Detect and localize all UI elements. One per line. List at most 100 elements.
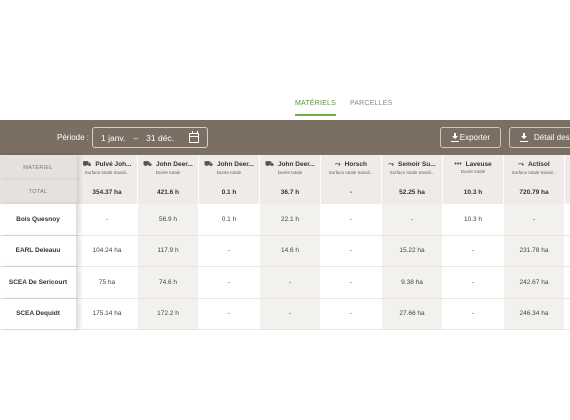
machine-metric-link[interactable]: Durée totale [461, 169, 486, 174]
cell-value: - [349, 215, 353, 223]
machine-name-text: John Deer... [155, 161, 193, 168]
value-cell: 14.6 h [260, 235, 321, 266]
value-cell: 22.1 h [260, 204, 321, 235]
dots-icon: ••• [454, 161, 462, 168]
organization-cell[interactable]: Bois Quesnoy [0, 204, 77, 235]
machine-header-cell[interactable]: ⛟ John Deer... Durée totale [260, 155, 321, 180]
cell-value: - [410, 215, 414, 223]
value-cell: - [260, 298, 321, 329]
value-cell: - [443, 267, 504, 298]
period-picker[interactable]: 1 janv. – 31 déc. [92, 127, 208, 148]
cell-value: 231.78 ha [519, 247, 549, 255]
organization-cell[interactable]: SCEA Dequidt [0, 298, 77, 329]
machine-name: ⤳ Horsch [335, 161, 367, 169]
value-cell: - [443, 298, 504, 329]
machine-header-cell[interactable]: ⛟ Pulvé Joh... Surface totale travail... [77, 155, 138, 180]
cell-value: - [471, 247, 475, 255]
machine-header-cell[interactable]: ⤳ Actisol Surface totale travail... [504, 155, 565, 180]
table-row: EARL Deleauu 104.24 ha 117.9 h - 14.6 h - 15.2… [0, 235, 570, 267]
cell-value: 74.6 h [158, 278, 178, 286]
value-cell: - [321, 204, 382, 235]
header-label: MATÉRIEL [23, 164, 53, 171]
organization-name: SCEA De Sericourt [8, 278, 68, 286]
machine-header-cell[interactable]: ⛟ John Deer... Durée totale [138, 155, 199, 180]
machine-name-text: Actisol [527, 161, 550, 168]
total-value: 10.3 h [463, 188, 483, 196]
machine-metric-link[interactable]: Surface totale travail... [329, 170, 374, 175]
table-row: SCEA De Sericourt 75 ha 74.6 h - - - 9.38 ha - 2… [0, 267, 570, 299]
value-cell: 242.67 ha [504, 267, 565, 298]
export-button[interactable]: Exporter [440, 127, 501, 148]
value-cell: 0.1 h [199, 204, 260, 235]
total-value: 421.6 h [156, 188, 180, 196]
organization-cell[interactable]: EARL Deleauu [0, 235, 77, 266]
cell-value: 104.24 ha [92, 247, 122, 255]
calendar-icon [189, 131, 199, 143]
machine-name-text: Pulvé Joh... [95, 161, 132, 168]
machine-name: ⛟ John Deer... [143, 160, 193, 169]
value-cell: - [199, 298, 260, 329]
machine-metric-link[interactable]: Surface totale travail... [85, 170, 130, 175]
export-label: Exporter [459, 133, 490, 142]
total-cell: - [321, 180, 382, 204]
table-row: SCEA Dequidt 175.14 ha 172.2 h - - - 27.66 ha -… [0, 298, 570, 330]
machine-header-cell[interactable]: ••• Laveuse Durée totale [443, 155, 504, 180]
value-cell: - [321, 235, 382, 266]
total-value: 36.7 h [280, 188, 300, 196]
download-icon [451, 133, 459, 142]
table-total-row: TOTAL 354.37 ha 421.6 h 0.1 h 36.7 h - 52.25 … [0, 180, 570, 204]
value-cell: 231.78 ha [504, 235, 565, 266]
machine-header-cell[interactable]: ⤳ Horsch Surface totale travail... [321, 155, 382, 180]
machine-header-cell[interactable]: ⤳ Semoir Su... Surface totale travail... [382, 155, 443, 180]
organization-cell[interactable]: SCEA De Sericourt [0, 267, 77, 298]
cell-value: 10.3 h [463, 215, 483, 223]
tractor-icon: ⛟ [265, 161, 274, 168]
cell-value: - [105, 215, 109, 223]
cell-value: - [288, 278, 292, 286]
organization-name: EARL Deleauu [15, 247, 61, 255]
cell-value: 75 ha [98, 278, 116, 286]
machine-name-text: John Deer... [216, 161, 254, 168]
cell-value: 175.14 ha [92, 310, 122, 318]
value-cell: 9.38 ha [382, 267, 443, 298]
total-value: 52.25 ha [399, 188, 425, 196]
total-cell: 0.1 h [199, 180, 260, 204]
cell-value: - [471, 278, 475, 286]
value-cell: 117.9 h [138, 235, 199, 266]
cell-value: - [288, 310, 292, 318]
value-cell: - [77, 204, 138, 235]
machine-metric-link[interactable]: Durée totale [278, 170, 303, 175]
machine-name: ⛟ John Deer... [265, 160, 315, 169]
value-cell: - [382, 204, 443, 235]
value-cell: - [199, 267, 260, 298]
cell-value: 22.1 h [280, 215, 300, 223]
machine-header-cell[interactable]: ⛟ John Deer... Durée totale [199, 155, 260, 180]
organization-name: SCEA Dequidt [16, 310, 60, 318]
total-value: 354.37 ha [92, 188, 122, 196]
machine-metric-link[interactable]: Surface totale travail... [512, 170, 557, 175]
cell-value: 242.67 ha [519, 278, 549, 286]
machine-name-text: Semoir Su... [398, 161, 436, 168]
value-cell: 75 ha [77, 267, 138, 298]
value-cell: - [260, 267, 321, 298]
cell-value: 246.34 ha [519, 310, 549, 318]
machine-metric-link[interactable]: Durée totale [156, 170, 181, 175]
tractor-icon: ⛟ [82, 161, 92, 168]
machine-name: ⛟ John Deer... [204, 160, 254, 169]
table-body: Bois Quesnoy -56.9 h 0.1 h 22.1 h - -10.3 h-E… [0, 204, 570, 330]
total-label-cell: TOTAL [0, 180, 77, 204]
tab-materiels[interactable]: MATÉRIELS [295, 100, 336, 116]
period-start: 1 janv. [101, 132, 126, 143]
machine-name: ⤳ Semoir Su... [388, 161, 435, 169]
detail-button[interactable]: Détail des i [509, 127, 570, 148]
tab-parcelles[interactable]: PARCELLES [350, 100, 393, 116]
machine-metric-link[interactable]: Surface totale travail... [390, 170, 435, 175]
value-cell: - [504, 204, 565, 235]
view-tabs: MATÉRIELS PARCELLES [295, 100, 393, 116]
total-value: - [349, 188, 353, 196]
cell-value: 15.22 ha [399, 247, 425, 255]
cell-value: 0.1 h [221, 215, 237, 223]
seeder-icon: ⤳ [518, 160, 524, 168]
machine-metric-link[interactable]: Durée totale [217, 170, 242, 175]
table-row: Bois Quesnoy - 56.9 h 0.1 h 22.1 h - - 10.3 h - [0, 204, 570, 236]
